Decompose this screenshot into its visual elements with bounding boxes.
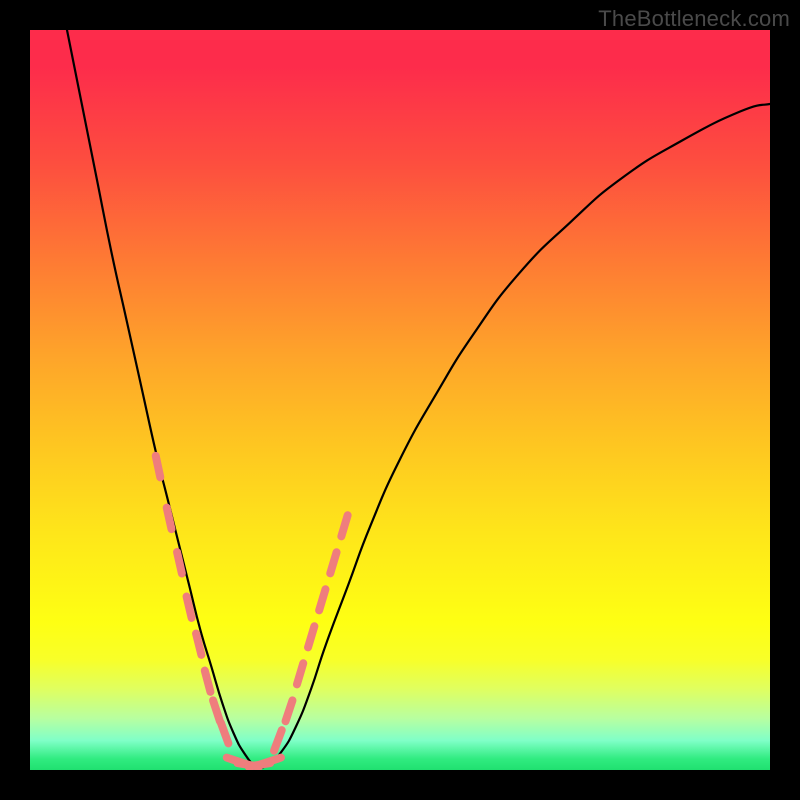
plot-area [30, 30, 770, 770]
highlight-dashes-right-seg [297, 663, 303, 684]
highlight-dashes-bottom-seg [260, 758, 281, 765]
highlight-dashes-left-seg [196, 634, 201, 655]
highlight-dashes-right-seg [330, 552, 336, 573]
highlight-dashes-left-seg [156, 456, 161, 478]
highlight-dashes-left-seg [167, 508, 172, 529]
highlight-dashes-right-seg [319, 589, 325, 610]
highlight-dashes-right-seg [274, 730, 282, 751]
highlight-dashes-left-seg [221, 723, 229, 744]
bottleneck-curve [67, 30, 770, 768]
highlight-dashes-right-seg [308, 626, 314, 647]
watermark-text: TheBottleneck.com [598, 6, 790, 32]
highlight-dashes-left-seg [205, 671, 211, 692]
highlight-dashes-right-seg [286, 700, 293, 721]
highlight-dashes-right-seg [341, 515, 347, 536]
chart-frame: TheBottleneck.com [0, 0, 800, 800]
highlight-dashes-left-seg [177, 552, 182, 573]
highlight-dashes-left-seg [187, 596, 192, 617]
chart-svg [30, 30, 770, 770]
highlight-dashes-left-seg [213, 700, 220, 721]
